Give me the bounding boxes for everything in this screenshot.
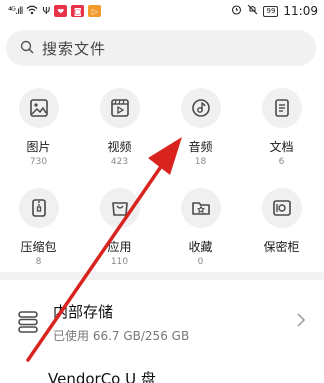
category-audio[interactable]: 音频 18 (162, 88, 243, 174)
category-label: 收藏 (188, 240, 213, 254)
favorites-folder-icon (180, 188, 221, 228)
category-favorites[interactable]: 收藏 0 (162, 188, 243, 274)
category-count: 18 (194, 157, 207, 167)
notification-app-icon: ▷ (88, 5, 102, 17)
status-bar-left: ⁴ᴳ.ıll Ψ ❤ ◙ ▷ (8, 5, 102, 18)
category-label: 压缩包 (20, 240, 57, 254)
category-count: 8 (35, 257, 42, 267)
status-bar: ⁴ᴳ.ıll Ψ ❤ ◙ ▷ 99 11:09 (0, 0, 324, 22)
wifi-icon (26, 5, 38, 18)
archive-icon (18, 188, 59, 228)
search-bar[interactable]: 搜索文件 (6, 30, 316, 66)
category-label: 文档 (269, 140, 294, 154)
notification-app-icon: ◙ (71, 5, 85, 17)
chevron-right-icon (296, 312, 316, 332)
search-icon (20, 39, 34, 58)
category-count: 0 (197, 257, 204, 267)
internal-storage-usage: 已使用 66.7 GB/256 GB (53, 328, 190, 343)
category-count: 730 (29, 157, 48, 167)
usb-storage-row[interactable]: VendorCo U 盘 (0, 368, 324, 383)
category-count: 110 (110, 257, 129, 267)
video-icon (99, 88, 140, 128)
alarm-icon (231, 4, 242, 18)
app-bag-icon (99, 188, 140, 228)
document-icon (261, 88, 302, 128)
internal-storage-text: 内部存储 已使用 66.7 GB/256 GB (53, 301, 296, 344)
usb-storage-title: VendorCo U 盘 (48, 370, 156, 383)
category-images[interactable]: 图片 730 (0, 88, 81, 174)
section-divider (0, 272, 324, 280)
category-label: 视频 (107, 140, 132, 154)
category-count: 6 (278, 157, 285, 167)
usb-icon: Ψ (42, 5, 51, 17)
signal-icon: ⁴ᴳ.ıll (8, 5, 23, 17)
status-bar-right: 99 11:09 (231, 4, 318, 18)
category-safe[interactable]: 保密柜 (243, 188, 324, 274)
search-placeholder: 搜索文件 (42, 39, 107, 58)
battery-icon: 99 (263, 5, 279, 17)
clock: 11:09 (283, 4, 318, 18)
category-archives[interactable]: 压缩包 8 (0, 188, 81, 274)
category-label: 保密柜 (263, 240, 300, 254)
internal-storage-title: 内部存储 (53, 302, 114, 321)
image-icon (18, 88, 59, 128)
notification-app-icon: ❤ (54, 5, 68, 17)
category-videos[interactable]: 视频 423 (81, 88, 162, 174)
category-count: 423 (110, 157, 129, 167)
category-label: 图片 (26, 140, 51, 154)
category-documents[interactable]: 文档 6 (243, 88, 324, 174)
internal-storage-row[interactable]: 内部存储 已使用 66.7 GB/256 GB (0, 292, 324, 352)
storage-stack-icon (8, 310, 48, 334)
safe-icon (261, 188, 302, 228)
category-grid: 图片 730 视频 423 音频 18 文档 6 压缩包 8 应用 110 收藏… (0, 88, 324, 274)
category-apps[interactable]: 应用 110 (81, 188, 162, 274)
audio-icon (180, 88, 221, 128)
mute-icon (247, 4, 258, 18)
category-label: 应用 (107, 240, 132, 254)
category-label: 音频 (188, 140, 213, 154)
